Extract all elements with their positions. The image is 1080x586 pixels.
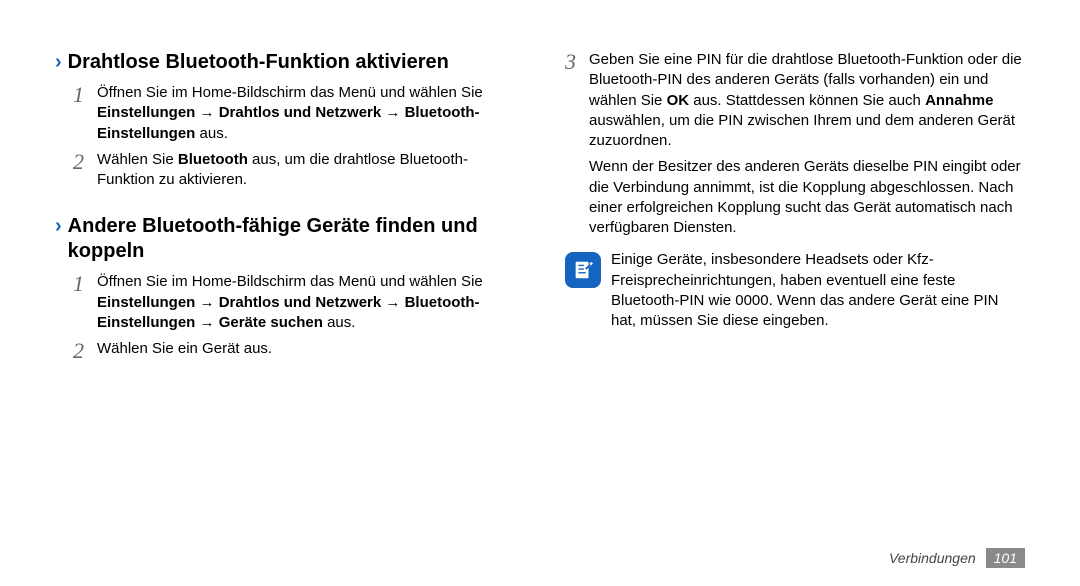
note-text: Einige Geräte, insbesondere Headsets ode… (611, 250, 1025, 331)
section1-step2: 2 Wählen Sie Bluetooth aus, um die draht… (55, 150, 515, 191)
section1-step1: 1 Öffnen Sie im Home-Bildschirm das Menü… (55, 83, 515, 144)
step-body: Wählen Sie ein Gerät aus. (95, 339, 515, 363)
chevron-icon: › (55, 50, 62, 75)
right-para2: Wenn der Besitzer des anderen Geräts die… (565, 157, 1025, 238)
section2-heading: › Andere Bluetooth-fähige Geräte finden … (55, 214, 515, 264)
note-icon (565, 252, 601, 288)
section1-title: Drahtlose Bluetooth-Funktion aktivieren (68, 50, 515, 75)
right-step3: 3 Geben Sie eine PIN für die drahtlose B… (565, 50, 1025, 151)
step-body: Öffnen Sie im Home-Bildschirm das Menü u… (95, 83, 515, 144)
footer-page-number: 101 (986, 548, 1025, 568)
footer-section-label: Verbindungen (889, 550, 976, 566)
chevron-icon: › (55, 214, 62, 239)
note-block: Einige Geräte, insbesondere Headsets ode… (565, 250, 1025, 331)
page-content: › Drahtlose Bluetooth-Funktion aktiviere… (0, 0, 1080, 389)
section1-heading: › Drahtlose Bluetooth-Funktion aktiviere… (55, 50, 515, 75)
step-body: Wählen Sie Bluetooth aus, um die drahtlo… (95, 150, 515, 191)
section2-step1: 1 Öffnen Sie im Home-Bildschirm das Menü… (55, 272, 515, 333)
step-body: Geben Sie eine PIN für die drahtlose Blu… (587, 50, 1025, 151)
left-column: › Drahtlose Bluetooth-Funktion aktiviere… (55, 50, 515, 369)
step-number: 2 (73, 339, 95, 363)
step-body: Öffnen Sie im Home-Bildschirm das Menü u… (95, 272, 515, 333)
section2-title: Andere Bluetooth-fähige Geräte finden un… (68, 214, 515, 264)
step-number: 3 (565, 50, 587, 151)
step-number: 1 (73, 272, 95, 333)
page-footer: Verbindungen 101 (889, 548, 1025, 568)
right-column: 3 Geben Sie eine PIN für die drahtlose B… (565, 50, 1025, 369)
step-number: 1 (73, 83, 95, 144)
section2-step2: 2 Wählen Sie ein Gerät aus. (55, 339, 515, 363)
step-number: 2 (73, 150, 95, 191)
